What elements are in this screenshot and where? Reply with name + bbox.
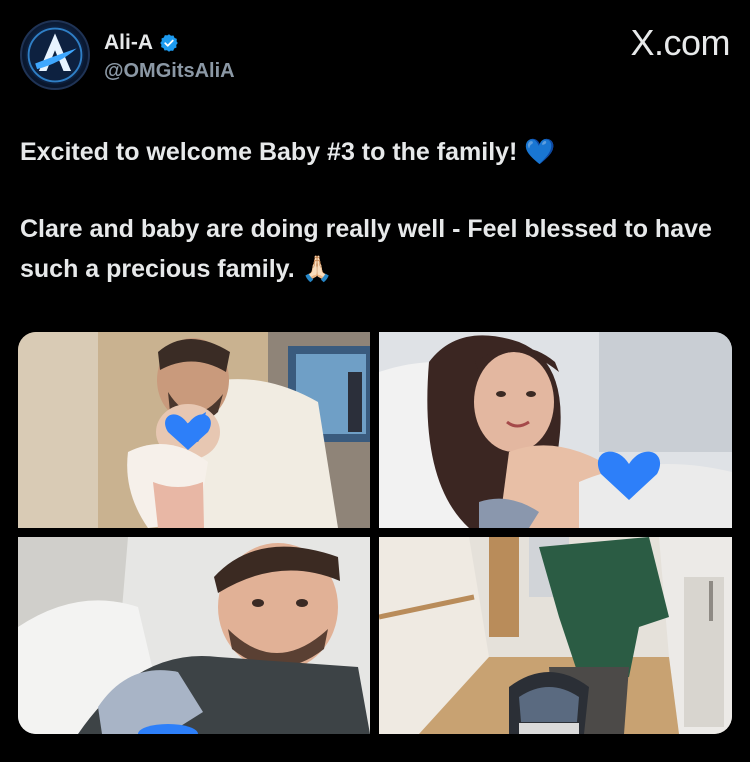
tweet-line-1: Excited to welcome Baby #3 to the family…	[20, 132, 720, 172]
father-kissing-baby-photo	[18, 332, 370, 528]
media-grid	[18, 332, 732, 734]
user-handle[interactable]: @OMGitsAliA	[104, 60, 235, 83]
praying-hands-emoji: 🙏🏻	[301, 255, 333, 283]
father-with-baby-selfie-photo	[18, 537, 370, 734]
ali-a-logo-icon	[25, 25, 85, 85]
name-row: Ali-A	[104, 30, 179, 56]
photo-father-selfie[interactable]	[18, 537, 370, 734]
mother-in-hospital-bed-photo	[379, 332, 732, 528]
x-com-watermark: X.com	[630, 22, 730, 63]
photo-hospital-corridor[interactable]	[379, 537, 732, 734]
tweet-line-1-text: Excited to welcome Baby #3 to the family…	[20, 138, 518, 166]
tweet-header: Ali-A @OMGitsAliA	[20, 20, 730, 92]
tweet-text: Excited to welcome Baby #3 to the family…	[20, 132, 720, 289]
photo-father-kissing-baby[interactable]	[18, 332, 370, 528]
verified-badge-icon	[159, 33, 179, 53]
photo-mother-in-bed[interactable]	[379, 332, 732, 528]
avatar[interactable]	[20, 20, 90, 90]
tweet-line-2: Clare and baby are doing really well - F…	[20, 209, 720, 289]
display-name[interactable]: Ali-A	[104, 31, 153, 55]
tweet-line-2-text: Clare and baby are doing really well - F…	[20, 215, 712, 283]
blue-heart-emoji: 💙	[524, 138, 556, 166]
hospital-corridor-car-seat-photo	[379, 537, 732, 734]
